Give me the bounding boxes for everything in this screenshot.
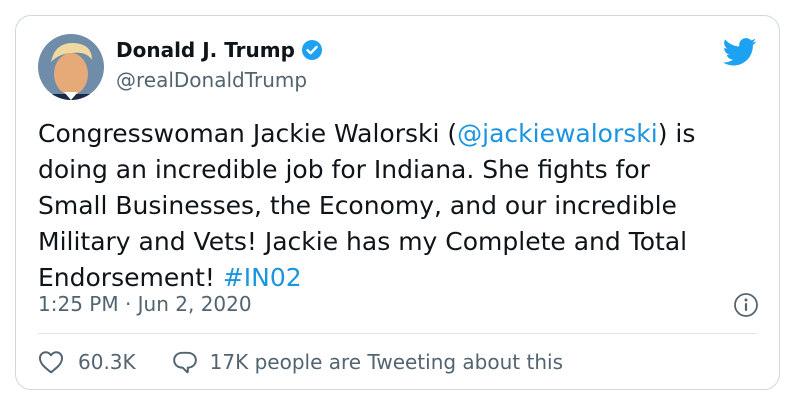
tweet-line-5: Endorsement! #IN02 [38, 260, 758, 296]
like-count: 60.3K [78, 350, 136, 374]
user-handle[interactable]: @realDonaldTrump [116, 68, 307, 92]
tweet-line-1: Congresswoman Jackie Walorski (@jackiewa… [38, 116, 758, 152]
reply-button[interactable]: 17K people are Tweeting about this [172, 350, 563, 374]
hashtag-link[interactable]: #IN02 [223, 263, 302, 292]
tweeting-about-label: 17K people are Tweeting about this [209, 350, 563, 374]
tweet-card[interactable]: Donald J. Trump @realDonaldTrump Congres… [15, 15, 780, 390]
author-name-row: Donald J. Trump [116, 38, 323, 62]
display-name[interactable]: Donald J. Trump [116, 38, 295, 62]
avatar[interactable] [38, 34, 104, 100]
tweet-timestamp[interactable]: 1:25 PM · Jun 2, 2020 [38, 292, 252, 316]
speech-bubble-icon [172, 350, 198, 374]
verified-badge-icon [301, 39, 323, 61]
tweet-line-4: Military and Vets! Jackie has my Complet… [38, 227, 688, 256]
twitter-bird-icon[interactable] [722, 38, 757, 66]
divider [38, 333, 757, 334]
profile-photo [38, 34, 104, 100]
tweet-text-segment: ) is [657, 119, 696, 148]
heart-icon [38, 350, 64, 374]
tweet-actions: 60.3K 17K people are Tweeting about this [38, 350, 563, 374]
tweet-text: Congresswoman Jackie Walorski (@jackiewa… [38, 116, 758, 296]
tweet-text-segment: Congresswoman Jackie Walorski ( [38, 119, 458, 148]
tweet-line-3: Small Businesses, the Economy, and our i… [38, 191, 677, 220]
mention-link[interactable]: @jackiewalorski [457, 119, 658, 148]
tweet-line-2: doing an incredible job for Indiana. She… [38, 155, 650, 184]
info-icon[interactable] [733, 292, 759, 318]
like-button[interactable]: 60.3K [38, 350, 172, 374]
tweet-text-segment: Endorsement! [38, 263, 223, 292]
